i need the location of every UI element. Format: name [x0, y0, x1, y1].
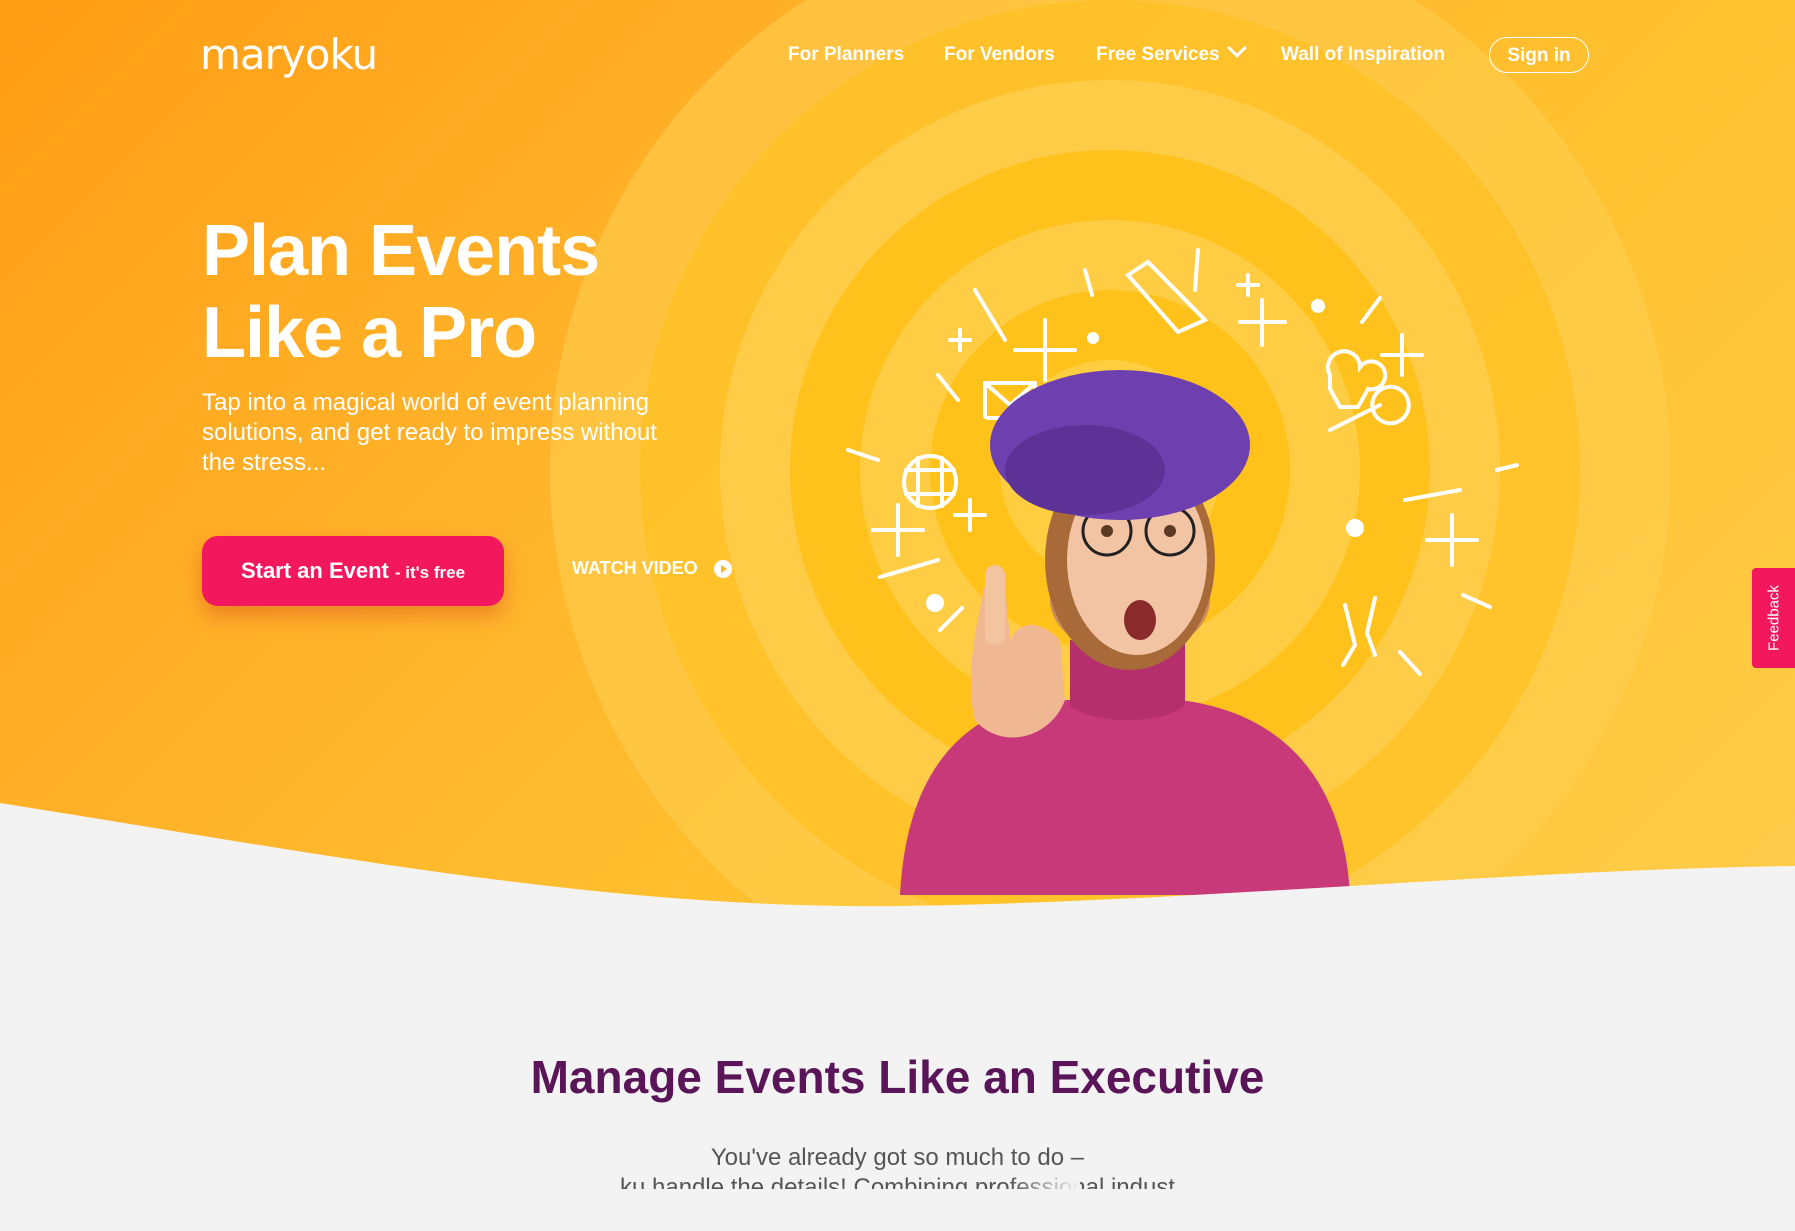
watch-video-link[interactable]: WATCH VIDEO — [572, 558, 732, 579]
hero-title: Plan Events Like a Pro — [202, 210, 600, 374]
section-text-line1: You've already got so much to do – — [710, 1144, 1085, 1171]
hero-title-line1: Plan Events — [202, 211, 600, 291]
hero-title-line2: Like a Pro — [202, 293, 537, 373]
section-title: Manage Events Like an Executive — [530, 1051, 1265, 1103]
start-event-label: Start an Event — [240, 558, 389, 583]
bottom-clip — [0, 1189, 1795, 1231]
play-circle-icon — [713, 559, 732, 578]
hero-section: maryoku For Planners For Vendors Free Se… — [0, 0, 1795, 910]
start-event-suffix: - it's free — [394, 563, 466, 582]
feedback-tab[interactable]: Feedback — [1752, 568, 1795, 668]
watch-video-label: WATCH VIDEO — [572, 558, 698, 578]
hero-subtitle: Tap into a magical world of event planni… — [202, 389, 657, 476]
hero-bottom-wave — [0, 803, 1795, 910]
start-event-button[interactable]: Start an Event - it's free — [202, 536, 504, 606]
feedback-label: Feedback — [1765, 585, 1782, 651]
